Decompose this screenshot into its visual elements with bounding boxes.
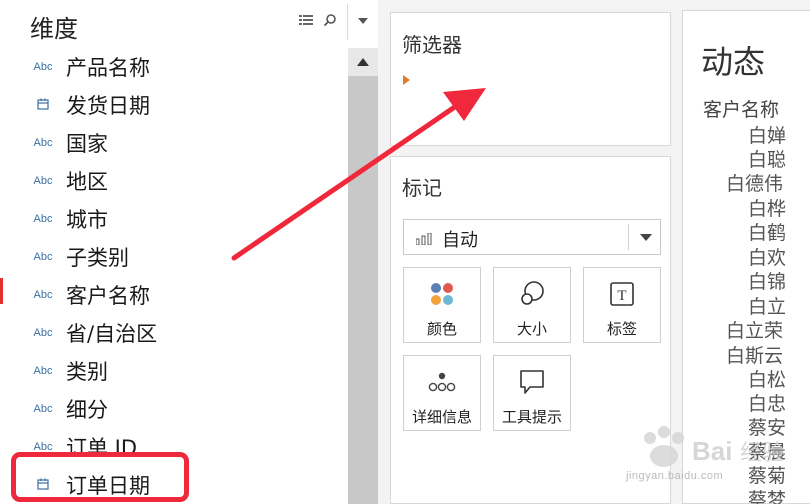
- detail-label: 详细信息: [411, 408, 472, 426]
- table-row[interactable]: 蔡菊: [748, 461, 786, 488]
- selection-marker: [0, 278, 3, 304]
- size-icon: [494, 280, 570, 308]
- string-type-icon: Abc: [33, 289, 53, 301]
- dimensions-menu-button[interactable]: [355, 13, 371, 29]
- table-row[interactable]: 白鹤: [748, 218, 786, 245]
- chevron-down-icon[interactable]: [640, 234, 652, 241]
- field-name: 发货日期: [66, 94, 150, 118]
- view-pane: 动态 客户名称 白婵 白聪 白德伟 白桦 白鹤 白欢 白锦 白立 白立荣 白斯云…: [678, 0, 810, 504]
- table-row[interactable]: 白斯云: [726, 341, 783, 368]
- string-type-icon: Abc: [33, 175, 53, 187]
- field-item[interactable]: Abc 子类别: [0, 238, 348, 276]
- field-name: 产品名称: [66, 56, 150, 80]
- color-icon: [404, 280, 480, 308]
- label-icon: T: [584, 280, 660, 308]
- detail-icon: [404, 368, 480, 396]
- dimensions-toolbar: [298, 12, 338, 28]
- table-row[interactable]: 白忠: [748, 389, 786, 416]
- tooltip-label: 工具提示: [501, 408, 562, 426]
- field-item[interactable]: 发货日期: [0, 86, 348, 124]
- table-row[interactable]: 白聪: [748, 145, 786, 172]
- field-item[interactable]: Abc 类别: [0, 352, 348, 390]
- field-name: 城市: [66, 208, 108, 232]
- string-type-icon: Abc: [33, 137, 53, 149]
- table-row[interactable]: 蔡晨: [748, 437, 786, 464]
- field-item[interactable]: Abc 国家: [0, 124, 348, 162]
- svg-text:T: T: [617, 288, 626, 304]
- drop-caret-icon: [403, 75, 410, 85]
- color-label: 颜色: [426, 320, 457, 338]
- view-title: 动态: [701, 43, 766, 81]
- table-row[interactable]: 白松: [748, 365, 786, 392]
- field-name: 类别: [66, 360, 108, 384]
- field-item[interactable]: Abc 细分: [0, 390, 348, 428]
- table-row[interactable]: 蔡梦: [748, 485, 786, 504]
- color-button[interactable]: 颜色: [403, 267, 481, 343]
- filters-shelf[interactable]: 筛选器: [390, 12, 671, 146]
- table-row[interactable]: 白立: [748, 292, 786, 319]
- scroll-up-arrow-icon[interactable]: [348, 48, 378, 76]
- table-row[interactable]: 白婵: [748, 121, 786, 148]
- toolbar-divider: [347, 4, 348, 40]
- shelves-pane: 筛选器 标记 自动 颜色 大小 T 标签 详细信息 工具提示: [378, 0, 678, 504]
- label-button[interactable]: T 标签: [583, 267, 661, 343]
- string-type-icon: Abc: [33, 251, 53, 263]
- table-row[interactable]: 白德伟: [726, 169, 783, 196]
- highlight-annotation: [11, 452, 189, 502]
- bar-chart-icon: [415, 230, 434, 249]
- table-row[interactable]: 蔡安: [748, 413, 786, 440]
- field-item[interactable]: Abc 城市: [0, 200, 348, 238]
- mark-type-dropdown[interactable]: 自动: [403, 219, 661, 255]
- string-type-icon: Abc: [33, 403, 53, 415]
- calendar-icon: [31, 98, 55, 113]
- filters-title: 筛选器: [402, 33, 462, 57]
- search-icon[interactable]: [322, 12, 338, 28]
- dropdown-divider: [628, 224, 629, 250]
- table-row[interactable]: 白立荣: [726, 316, 783, 343]
- dimensions-title: 维度: [30, 15, 78, 43]
- field-name: 国家: [66, 132, 108, 156]
- table-row[interactable]: 白欢: [748, 243, 786, 270]
- detail-button[interactable]: 详细信息: [403, 355, 481, 431]
- field-name: 细分: [66, 398, 108, 422]
- string-type-icon: Abc: [33, 61, 53, 73]
- mark-type-value: 自动: [442, 230, 478, 251]
- dimensions-pane: 维度 Abc 产品名称 发货日期 Abc 国家 Abc 地区 Abc 城市 Ab…: [0, 0, 378, 504]
- field-item[interactable]: Abc 地区: [0, 162, 348, 200]
- field-name: 客户名称: [66, 284, 150, 308]
- field-item[interactable]: Abc 省/自治区: [0, 314, 348, 352]
- field-name: 地区: [66, 170, 108, 194]
- list-view-icon[interactable]: [298, 12, 314, 28]
- size-label: 大小: [516, 320, 547, 338]
- field-item[interactable]: Abc 产品名称: [0, 48, 348, 86]
- table-row[interactable]: 白桦: [748, 194, 786, 221]
- field-name: 子类别: [66, 246, 129, 270]
- tooltip-icon: [494, 368, 570, 396]
- dimensions-scrollbar[interactable]: [348, 48, 378, 504]
- size-button[interactable]: 大小: [493, 267, 571, 343]
- tooltip-button[interactable]: 工具提示: [493, 355, 571, 431]
- table-row[interactable]: 白锦: [748, 267, 786, 294]
- column-header[interactable]: 客户名称: [703, 95, 779, 122]
- watermark-text: jingyan.baidu.com: [626, 470, 724, 482]
- marks-card: 标记 自动 颜色 大小 T 标签 详细信息 工具提示: [390, 156, 671, 504]
- view-card: 动态 客户名称 白婵 白聪 白德伟 白桦 白鹤 白欢 白锦 白立 白立荣 白斯云…: [682, 10, 810, 504]
- string-type-icon: Abc: [33, 213, 53, 225]
- label-label: 标签: [606, 320, 637, 338]
- string-type-icon: Abc: [33, 327, 53, 339]
- string-type-icon: Abc: [33, 365, 53, 377]
- field-item[interactable]: Abc 客户名称: [0, 276, 348, 314]
- field-name: 省/自治区: [66, 322, 158, 346]
- marks-title: 标记: [402, 176, 442, 200]
